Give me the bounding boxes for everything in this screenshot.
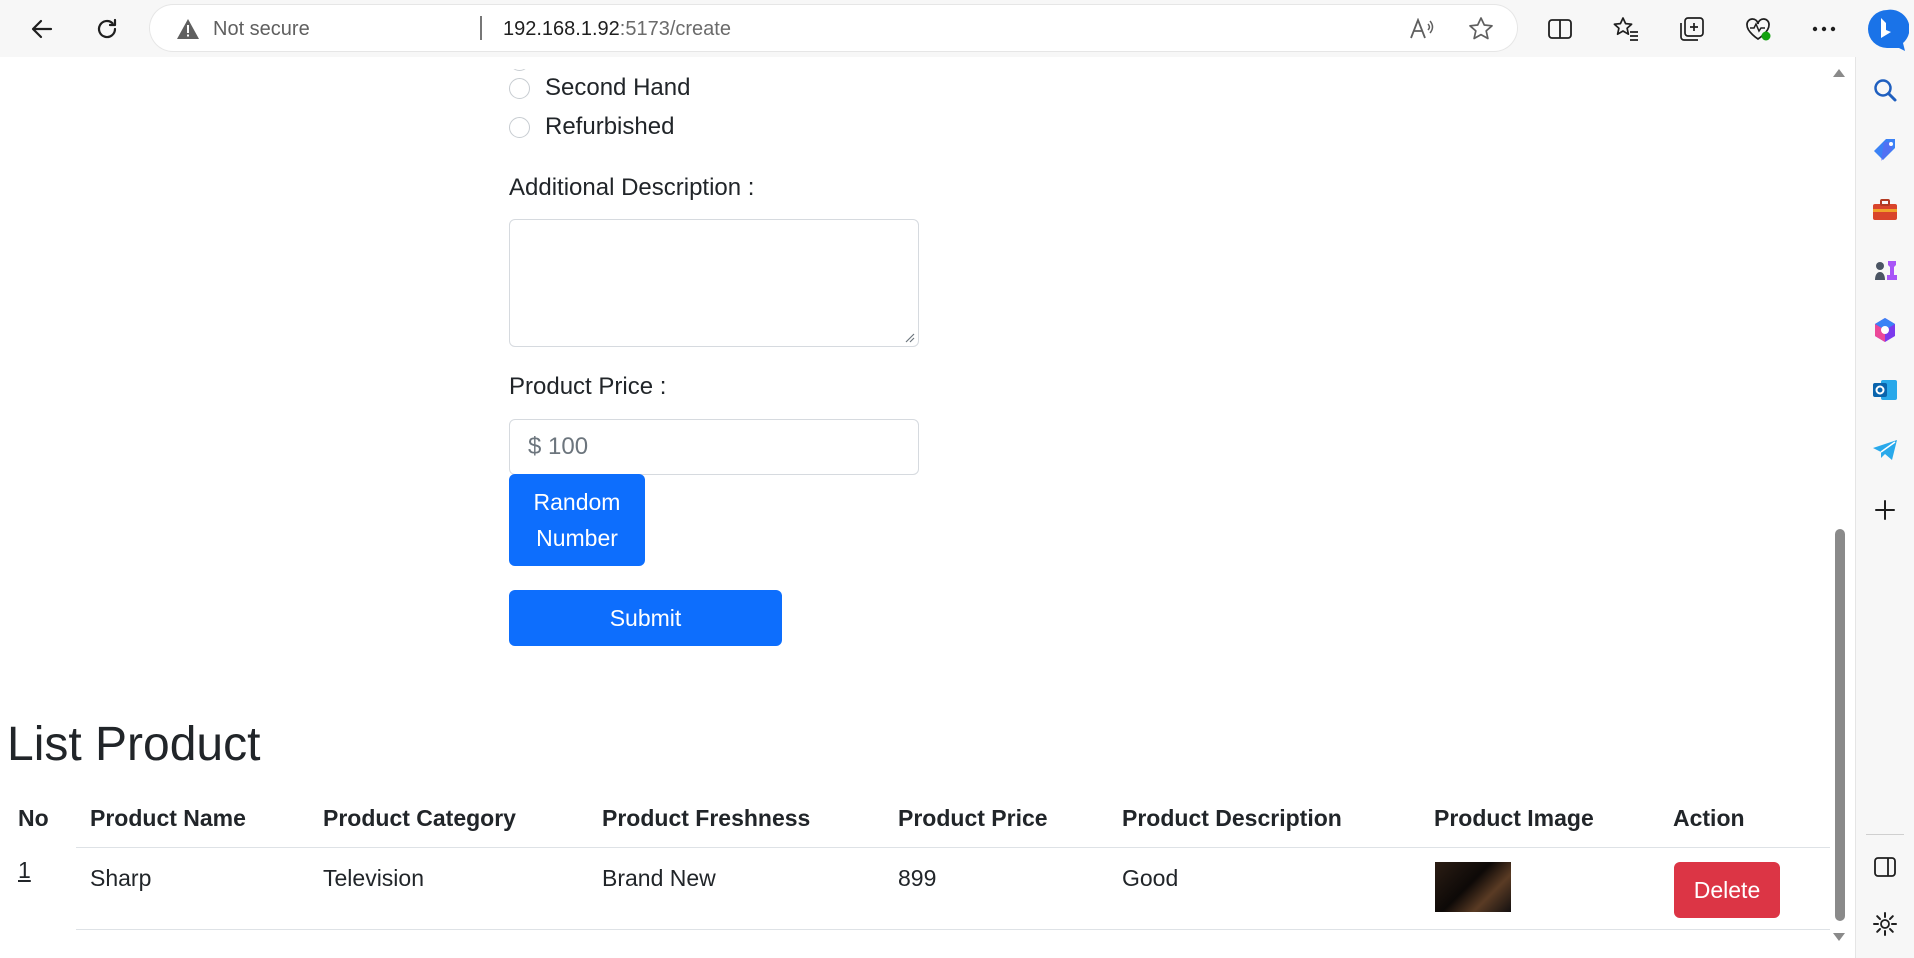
page-viewport: Brand New Second Hand Refurbished Additi… bbox=[0, 57, 1855, 958]
row-product-description: Good bbox=[1122, 865, 1179, 891]
random-number-button[interactable]: Random Number bbox=[509, 474, 645, 566]
read-aloud-icon[interactable] bbox=[1407, 14, 1437, 44]
delete-button[interactable]: Delete bbox=[1674, 862, 1780, 918]
price-input[interactable]: $ 100 bbox=[509, 419, 919, 475]
hide-sidebar-icon[interactable] bbox=[1870, 852, 1900, 882]
row-no-link[interactable]: 1 bbox=[18, 857, 31, 884]
description-textarea[interactable] bbox=[509, 219, 919, 347]
address-bar[interactable]: Not secure 192.168.1.92:5173/create bbox=[150, 5, 1517, 51]
list-product-title: List Product bbox=[7, 718, 261, 771]
radio-label: Second Hand bbox=[545, 74, 691, 101]
header-no: No bbox=[18, 805, 49, 831]
url-text[interactable]: 192.168.1.92:5173/create bbox=[503, 18, 731, 41]
header-product-freshness: Product Freshness bbox=[602, 805, 811, 831]
shopping-tag-icon[interactable] bbox=[1870, 135, 1900, 165]
url-path: :5173/create bbox=[619, 18, 731, 40]
tools-briefcase-icon[interactable] bbox=[1870, 195, 1900, 225]
radio-option-refurbished[interactable]: Refurbished bbox=[509, 112, 674, 142]
submit-button[interactable]: Submit bbox=[509, 590, 782, 646]
random-button-line-1: Random bbox=[533, 489, 621, 515]
back-icon[interactable] bbox=[22, 9, 62, 49]
radio-label: Refurbished bbox=[545, 113, 675, 140]
games-chess-icon[interactable] bbox=[1870, 255, 1900, 285]
sidebar-divider bbox=[1866, 834, 1904, 835]
header-action: Action bbox=[1673, 805, 1745, 831]
microsoft-365-icon[interactable] bbox=[1870, 315, 1900, 345]
security-label[interactable]: Not secure bbox=[213, 18, 310, 41]
add-icon[interactable] bbox=[1870, 495, 1900, 525]
resize-grip-icon[interactable] bbox=[903, 331, 915, 343]
scroll-up-arrow[interactable] bbox=[1833, 69, 1845, 77]
header-product-description: Product Description bbox=[1122, 805, 1342, 831]
radio-button[interactable] bbox=[509, 116, 530, 138]
telegram-send-icon[interactable] bbox=[1870, 435, 1900, 465]
bing-copilot-icon[interactable] bbox=[1864, 6, 1910, 52]
description-label: Additional Description : bbox=[509, 174, 755, 201]
header-product-category: Product Category bbox=[323, 805, 516, 831]
favorite-star-icon[interactable] bbox=[1466, 14, 1496, 44]
header-product-name: Product Name bbox=[90, 805, 246, 831]
browser-toolbar: Not secure 192.168.1.92:5173/create bbox=[0, 0, 1914, 57]
settings-gear-icon[interactable] bbox=[1870, 909, 1900, 939]
price-label: Product Price : bbox=[509, 373, 667, 400]
row-product-category: Television bbox=[323, 865, 424, 891]
edge-sidebar bbox=[1855, 57, 1914, 958]
split-screen-icon[interactable] bbox=[1540, 9, 1580, 49]
radio-option-second-hand[interactable]: Second Hand bbox=[509, 73, 690, 103]
row-product-image bbox=[1435, 862, 1511, 912]
outlook-icon[interactable] bbox=[1870, 375, 1900, 405]
row-product-price: 899 bbox=[898, 865, 937, 891]
more-options-icon[interactable] bbox=[1804, 9, 1844, 49]
vertical-scrollbar-thumb[interactable] bbox=[1835, 529, 1845, 921]
header-product-image: Product Image bbox=[1434, 805, 1594, 831]
refresh-icon[interactable] bbox=[87, 9, 127, 49]
collections-icon[interactable] bbox=[1672, 9, 1712, 49]
browser-essentials-icon[interactable] bbox=[1738, 9, 1778, 49]
row-product-freshness: Brand New bbox=[602, 865, 716, 891]
header-product-price: Product Price bbox=[898, 805, 1048, 831]
table-header-divider bbox=[76, 847, 1830, 848]
row-product-name: Sharp bbox=[90, 865, 152, 891]
scroll-clip bbox=[0, 57, 1830, 69]
table-row-divider bbox=[76, 929, 1830, 930]
radio-button[interactable] bbox=[509, 77, 530, 99]
random-button-line-2: Number bbox=[536, 525, 618, 551]
favorites-icon[interactable] bbox=[1606, 9, 1646, 49]
search-icon[interactable] bbox=[1870, 75, 1900, 105]
scroll-down-arrow[interactable] bbox=[1833, 933, 1845, 941]
address-separator bbox=[480, 16, 482, 40]
url-host: 192.168.1.92 bbox=[503, 18, 620, 40]
warning-icon[interactable] bbox=[176, 18, 200, 45]
